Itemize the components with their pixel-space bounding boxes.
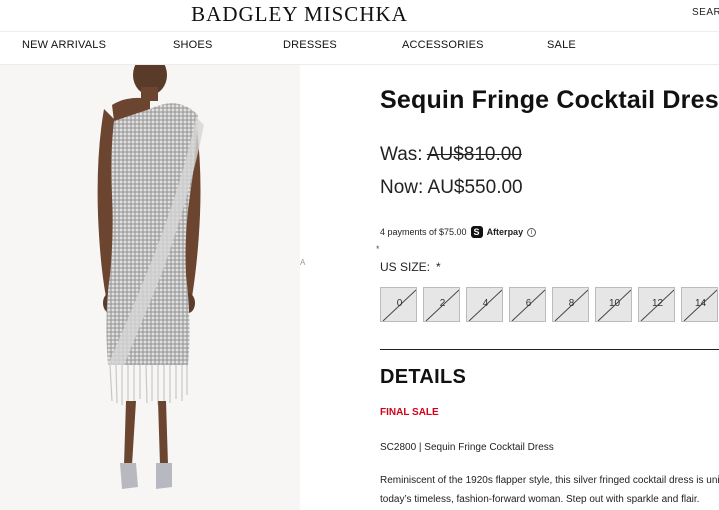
size-option-label: 14 [694, 298, 707, 309]
size-option-8[interactable]: 8 [552, 287, 589, 322]
search-link[interactable]: SEAR [692, 7, 719, 18]
size-option-12[interactable]: 12 [638, 287, 675, 322]
size-option-label: 12 [651, 298, 664, 309]
final-sale-badge: FINAL SALE [380, 407, 439, 418]
image-thumbnail-hint[interactable]: A [300, 258, 305, 267]
nav-new-arrivals[interactable]: NEW ARRIVALS [22, 39, 106, 51]
nav-shoes[interactable]: SHOES [173, 39, 213, 51]
size-option-6[interactable]: 6 [509, 287, 546, 322]
info-icon[interactable]: i [527, 227, 537, 237]
size-option-label: 0 [396, 298, 403, 309]
details-heading[interactable]: DETAILS [380, 366, 466, 389]
size-option-label: 2 [439, 298, 446, 309]
afterpay-brand: Afterpay [486, 227, 524, 237]
description-line: today’s timeless, fashion-forward woman.… [380, 494, 700, 505]
afterpay-text: 4 payments of $75.00 [380, 227, 467, 237]
size-option-label: 8 [568, 298, 575, 309]
size-option-14[interactable]: 14 [681, 287, 718, 322]
nav-dresses[interactable]: DRESSES [283, 39, 337, 51]
now-price-value: AU$550.00 [427, 177, 523, 198]
afterpay-logo-icon: S [470, 226, 483, 238]
header-divider [0, 31, 719, 32]
model-in-dress-illustration [97, 65, 204, 489]
now-label: Now: [380, 177, 424, 198]
afterpay-info: 4 payments of $75.00 S Afterpay i [380, 226, 537, 238]
size-option-0[interactable]: 0 [380, 287, 417, 322]
sku-line: SC2800 | Sequin Fringe Cocktail Dress [380, 442, 554, 453]
product-image[interactable] [0, 65, 300, 510]
description-line: Reminiscent of the 1920s flapper style, … [380, 475, 719, 486]
size-label-text: US SIZE: [380, 260, 431, 274]
was-label: Was: [380, 144, 423, 165]
size-option-10[interactable]: 10 [595, 287, 632, 322]
product-title: Sequin Fringe Cocktail Dress [380, 86, 719, 114]
size-option-label: 10 [608, 298, 621, 309]
size-option-2[interactable]: 2 [423, 287, 460, 322]
nav-accessories[interactable]: ACCESSORIES [402, 39, 484, 51]
size-option-4[interactable]: 4 [466, 287, 503, 322]
section-divider [380, 349, 719, 350]
original-price: Was: AU$810.00 [380, 144, 522, 166]
brand-logo[interactable]: BADGLEY MISCHKA [0, 2, 599, 27]
main-nav: NEW ARRIVALS SHOES DRESSES ACCESSORIES S… [0, 39, 719, 55]
size-option-label: 4 [482, 298, 489, 309]
was-price-value: AU$810.00 [426, 144, 522, 165]
image-thumbnail-marker: * [376, 244, 380, 254]
required-marker: * [436, 260, 441, 274]
nav-sale[interactable]: SALE [547, 39, 576, 51]
size-option-label: 6 [525, 298, 532, 309]
sale-price: Now: AU$550.00 [380, 177, 523, 199]
size-label: US SIZE: * [380, 260, 441, 274]
